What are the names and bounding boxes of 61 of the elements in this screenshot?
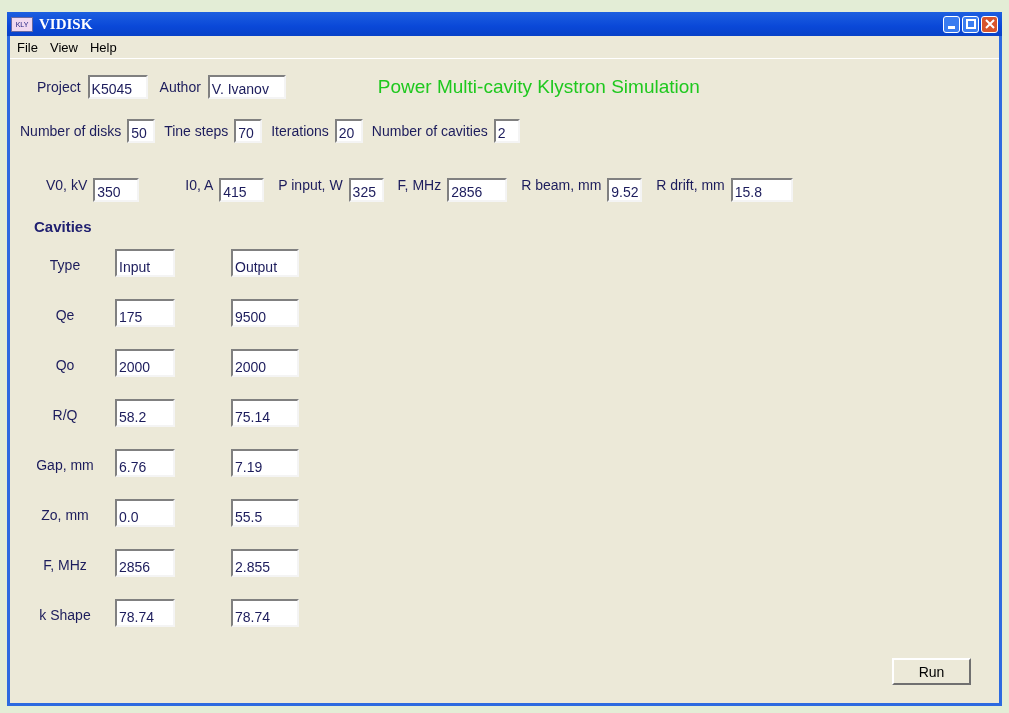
text-field[interactable]: 7.19 <box>231 449 299 477</box>
text-field[interactable]: 350 <box>93 178 140 202</box>
text-field[interactable]: 58.2 <box>115 399 175 427</box>
field-label: P input, W <box>278 177 343 193</box>
field-label: Qo <box>54 357 76 373</box>
text-field[interactable]: 415 <box>219 178 265 202</box>
field-label: F, MHz <box>397 177 442 193</box>
text-field[interactable]: K5045 <box>87 75 148 99</box>
field-label: Type <box>48 257 82 273</box>
text-field[interactable]: 2000 <box>231 349 299 377</box>
menu-item[interactable]: View <box>44 38 83 56</box>
run-button[interactable]: Run <box>892 658 971 685</box>
text-field[interactable]: 78.74 <box>115 599 175 627</box>
maximize-icon <box>965 19 976 29</box>
menu-item[interactable]: Help <box>84 38 122 56</box>
window-title: VIDISK <box>39 15 93 33</box>
field-label: F, MHz <box>42 557 88 573</box>
field-label: Tine steps <box>164 123 229 139</box>
field-label: Qe <box>54 307 76 323</box>
text-field[interactable]: 9500 <box>231 299 299 327</box>
menu-item[interactable]: File <box>12 38 43 56</box>
text-field[interactable]: 6.76 <box>115 449 175 477</box>
field-label: Author <box>159 79 201 95</box>
text-field[interactable]: 2856 <box>115 549 175 577</box>
text-field[interactable]: 15.8 <box>730 178 793 202</box>
text-field[interactable]: 55.5 <box>231 499 299 527</box>
field-label: Number of disks <box>20 123 122 139</box>
field-label: V0, kV <box>46 177 88 193</box>
text-field[interactable]: 70 <box>234 119 263 143</box>
app-heading: Power Multi-cavity Klystron Simulation <box>377 76 700 98</box>
text-field[interactable]: Input <box>115 249 175 277</box>
close-icon <box>984 19 995 29</box>
field-label: R/Q <box>51 407 79 423</box>
section-heading: Cavities <box>34 218 93 235</box>
text-field[interactable]: Output <box>231 249 299 277</box>
field-label: Gap, mm <box>35 457 95 473</box>
field-label: I0, A <box>185 177 214 193</box>
close-button[interactable] <box>981 15 998 33</box>
text-field[interactable]: 20 <box>334 119 363 143</box>
text-field[interactable]: 2000 <box>115 349 175 377</box>
text-field[interactable]: 325 <box>348 178 384 202</box>
text-field[interactable]: 2856 <box>447 178 508 202</box>
field-label: Number of cavities <box>371 123 488 139</box>
text-field[interactable]: 50 <box>127 119 156 143</box>
text-field[interactable]: 0.0 <box>115 499 175 527</box>
text-field[interactable]: 75.14 <box>231 399 299 427</box>
maximize-button[interactable] <box>962 15 979 33</box>
minimize-icon <box>948 25 955 29</box>
field-label: Project <box>37 79 81 95</box>
field-label: Zo, mm <box>40 507 90 523</box>
field-label: Iterations <box>271 123 329 139</box>
text-field[interactable]: 78.74 <box>231 599 299 627</box>
field-label: R drift, mm <box>656 177 725 193</box>
minimize-button[interactable] <box>943 15 960 33</box>
field-label: k Shape <box>38 607 92 623</box>
text-field[interactable]: 2.855 <box>231 549 299 577</box>
text-field[interactable]: V. Ivanov <box>207 75 286 99</box>
text-field[interactable]: 9.52 <box>607 178 643 202</box>
text-field[interactable]: 175 <box>115 299 175 327</box>
field-label: R beam, mm <box>521 177 602 193</box>
text-field[interactable]: 2 <box>493 119 520 143</box>
